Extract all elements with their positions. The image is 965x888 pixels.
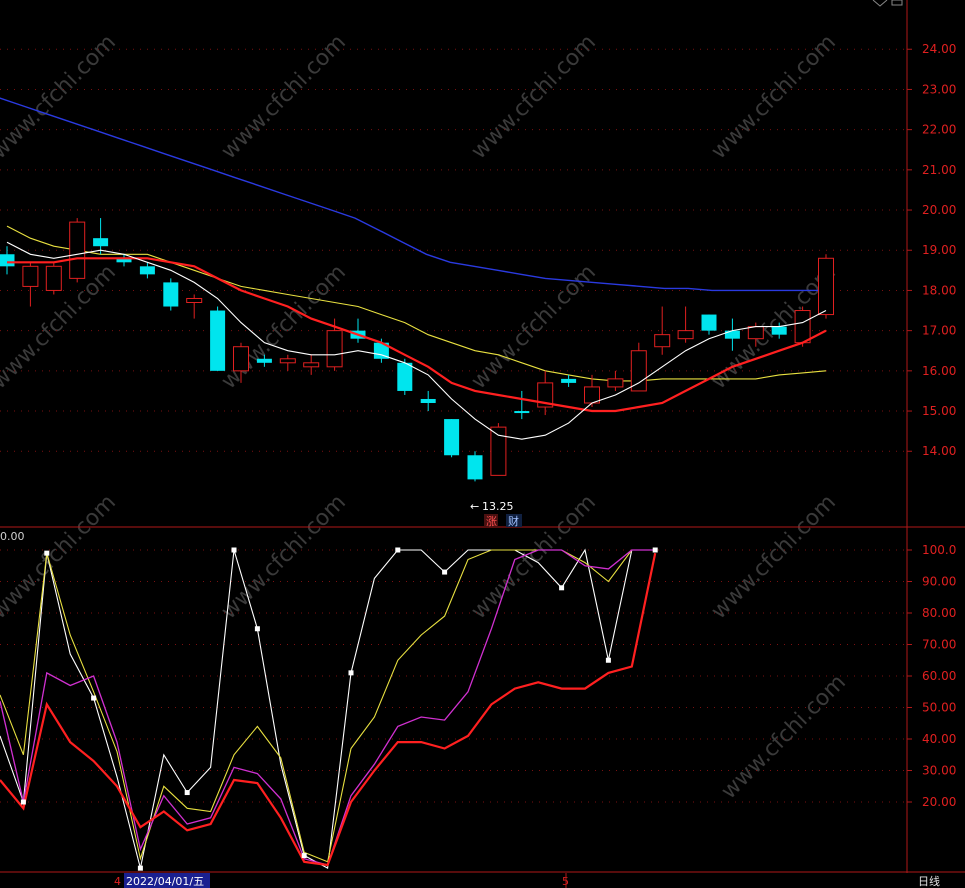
candle-body (444, 419, 460, 456)
candle (397, 358, 413, 395)
candle-body (303, 362, 320, 368)
osc-tick-label: 30.00 (922, 764, 956, 778)
month-marker-a: 4 (114, 875, 121, 888)
candle-body (701, 314, 717, 331)
osc-marker (605, 657, 611, 663)
candle-body (561, 378, 577, 383)
osc-marker (44, 550, 50, 556)
osc-marker (559, 585, 565, 591)
candle-body (186, 297, 203, 304)
candle-body (233, 346, 249, 372)
price-tick-label: 15.00 (922, 404, 956, 418)
candle-body (794, 310, 811, 344)
candle-body (630, 350, 647, 392)
osc-marker (348, 670, 354, 676)
candle-body (210, 310, 226, 371)
osc-tick-label: 20.00 (922, 795, 956, 809)
stock-chart: www.cfchi.com www.cfchi.com www.cfchi.com w… (0, 0, 965, 888)
date-label: 2022/04/01/五 (126, 875, 204, 888)
osc-tick-label: 50.00 (922, 701, 956, 715)
candle (163, 278, 179, 311)
candle-body (771, 326, 787, 335)
candle-body (467, 455, 483, 480)
osc-marker (91, 695, 97, 701)
candle-body (818, 257, 834, 316)
osc-tick-label: 40.00 (922, 732, 956, 746)
candle-body (514, 411, 530, 414)
price-tick-label: 24.00 (922, 42, 956, 56)
candle-body (654, 334, 671, 348)
osc-marker (652, 547, 658, 553)
candle-body (0, 254, 15, 267)
badge-zhang[interactable]: 涨 (486, 515, 497, 528)
price-tick-label: 17.00 (922, 324, 956, 338)
candle-body (45, 265, 62, 291)
osc-marker (254, 626, 260, 632)
price-tick-label: 20.00 (922, 203, 956, 217)
osc-tick-label: 100.0 (922, 543, 956, 557)
low-price-label: 13.25 (482, 500, 514, 513)
candle-body (139, 266, 155, 275)
candle (69, 218, 86, 283)
candle-body (326, 330, 343, 368)
candle-body (397, 362, 413, 391)
candle (444, 419, 460, 458)
osc-tick-label: 60.00 (922, 669, 956, 683)
price-tick-label: 19.00 (922, 243, 956, 257)
candle (818, 254, 834, 319)
osc-marker (20, 799, 26, 805)
osc-marker (137, 865, 143, 871)
osc-left-label: 0.00 (0, 530, 25, 543)
candle-body (279, 358, 296, 364)
candle (467, 451, 483, 482)
osc-marker (301, 853, 307, 859)
osc-marker (184, 790, 190, 796)
timeframe-label[interactable]: 日线 (918, 874, 940, 888)
osc-tick-label: 70.00 (922, 638, 956, 652)
price-tick-label: 14.00 (922, 444, 956, 458)
price-tick-label: 16.00 (922, 364, 956, 378)
candle-body (677, 330, 694, 340)
candle (210, 306, 226, 371)
osc-tick-label: 90.00 (922, 575, 956, 589)
low-arrow-icon: ← (470, 500, 479, 513)
candle-body (584, 386, 600, 404)
candle-body (93, 238, 109, 247)
candle-body (69, 221, 86, 279)
osc-tick-label: 80.00 (922, 606, 956, 620)
candle-body (163, 282, 179, 307)
price-tick-label: 23.00 (922, 82, 956, 96)
osc-marker (395, 547, 401, 553)
candle-body (420, 398, 436, 403)
osc-marker (231, 547, 237, 553)
price-tick-label: 18.00 (922, 283, 956, 297)
candle-body (490, 426, 507, 476)
candle (45, 262, 62, 295)
candle-body (747, 326, 764, 340)
osc-marker (442, 569, 448, 575)
price-tick-label: 21.00 (922, 163, 956, 177)
badge-cai[interactable]: 财 (508, 514, 519, 528)
candle-body (22, 265, 39, 287)
price-tick-label: 22.00 (922, 123, 956, 137)
candle-body (256, 358, 272, 363)
candle-body (607, 378, 624, 388)
